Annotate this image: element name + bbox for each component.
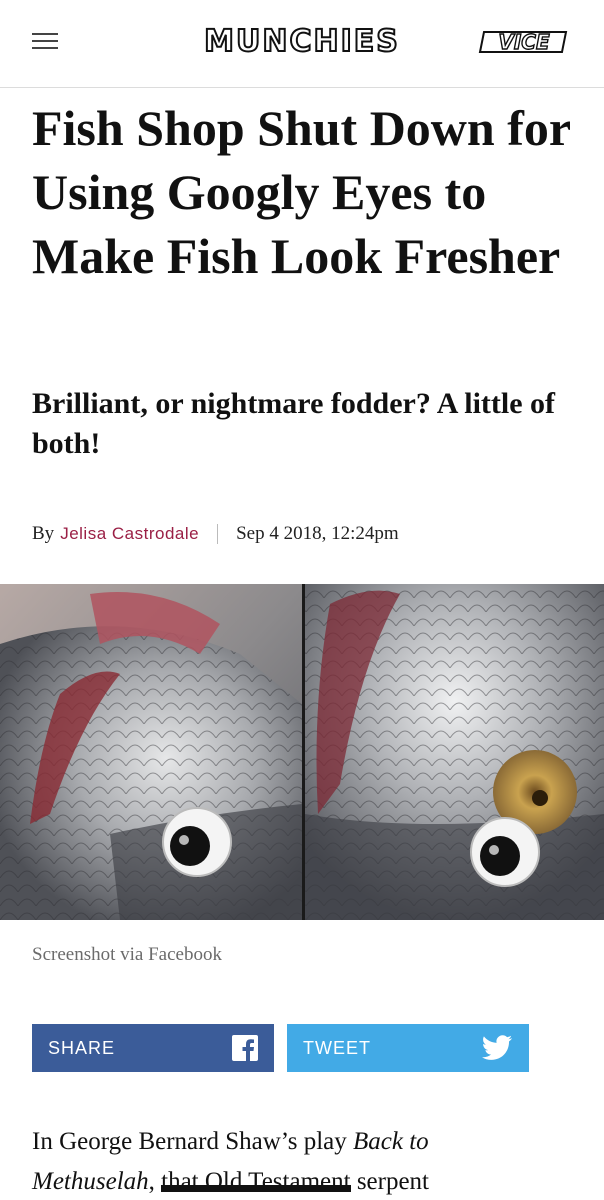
twitter-icon bbox=[481, 1035, 513, 1060]
top-nav-bar: MUNCHIES VICE bbox=[0, 0, 604, 88]
munchies-logo[interactable]: MUNCHIES bbox=[186, 22, 418, 62]
article-body-paragraph: In George Bernard Shaw’s play Back to Met… bbox=[32, 1122, 592, 1200]
menu-icon[interactable] bbox=[32, 30, 58, 52]
author-link[interactable]: Jelisa Castrodale bbox=[60, 524, 199, 544]
article-image bbox=[0, 584, 604, 920]
body-text-run: serpent bbox=[350, 1168, 430, 1195]
tweet-label: TWEET bbox=[303, 1037, 371, 1058]
body-text-run: , bbox=[148, 1168, 162, 1195]
play-title-part-2: Methuselah bbox=[32, 1168, 149, 1195]
facebook-share-button[interactable]: SHARE bbox=[32, 1024, 274, 1072]
play-title-part-1: Back to bbox=[352, 1128, 429, 1155]
image-caption: Screenshot via Facebook bbox=[32, 944, 222, 965]
byline-divider bbox=[217, 524, 219, 544]
article-dek: Brilliant, or nightmare fodder? A little… bbox=[32, 387, 556, 460]
struck-text: that Old Testament bbox=[161, 1168, 351, 1195]
share-label: SHARE bbox=[48, 1037, 116, 1058]
facebook-icon bbox=[232, 1035, 258, 1061]
publish-date: Sep 4 2018, 12:24pm bbox=[236, 523, 399, 544]
article-headline: Fish Shop Shut Down for Using Googly Eye… bbox=[32, 100, 571, 284]
vice-logo[interactable]: VICE bbox=[478, 24, 574, 60]
body-text-run: In George Bernard Shaw’s play bbox=[32, 1128, 353, 1155]
byline-prefix: By bbox=[32, 523, 55, 544]
byline: By Jelisa Castrodale Sep 4 2018, 12:24pm bbox=[32, 518, 399, 550]
twitter-tweet-button[interactable]: TWEET bbox=[287, 1024, 529, 1072]
svg-text:VICE: VICE bbox=[498, 30, 550, 54]
